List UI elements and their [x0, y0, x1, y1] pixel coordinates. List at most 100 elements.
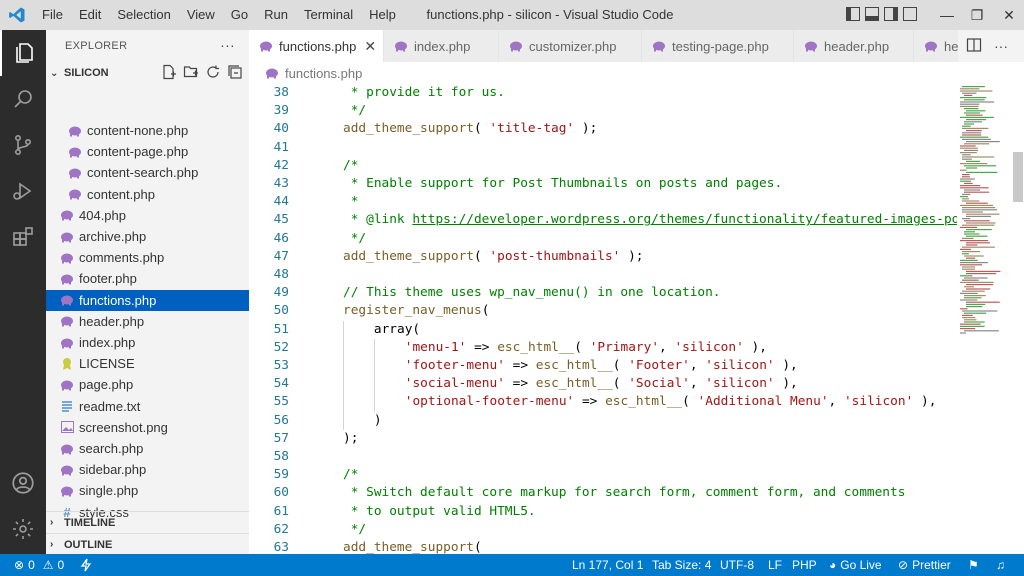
split-editor-icon[interactable] [966, 37, 982, 56]
file-item[interactable]: index.php [46, 332, 249, 353]
accounts-icon[interactable] [0, 460, 46, 506]
feedback-icon[interactable]: ⚑ [968, 554, 979, 576]
file-item[interactable]: sidebar.php [46, 459, 249, 480]
file-item[interactable]: search.php [46, 438, 249, 459]
breadcrumb[interactable]: functions.php [249, 62, 1024, 84]
refresh-icon[interactable] [205, 64, 221, 80]
file-item[interactable]: header.php [46, 311, 249, 332]
code-line[interactable]: 57); [249, 430, 957, 448]
tab-customizer-php[interactable]: customizer.php [499, 30, 642, 62]
file-item[interactable]: readme.txt [46, 396, 249, 417]
toggle-secondary-sidebar-icon[interactable] [884, 7, 898, 21]
code-line[interactable]: 50 register_nav_menus( [249, 302, 957, 320]
menu-item-file[interactable]: File [34, 0, 71, 30]
toggle-sidebar-icon[interactable] [846, 7, 860, 21]
scrollbar-thumb[interactable] [1013, 152, 1023, 202]
code-line[interactable]: 44 * [249, 193, 957, 211]
tab-functions-php[interactable]: functions.php ✕ [249, 30, 384, 62]
end-of-line[interactable]: LF [768, 554, 782, 576]
code-line[interactable]: 38 * provide it for us. [249, 84, 957, 102]
problems-indicator[interactable]: ⊗ 0 ⚠ 0 [14, 554, 64, 576]
code-line[interactable]: 45 * @link https://developer.wordpress.o… [249, 211, 957, 229]
menu-item-selection[interactable]: Selection [109, 0, 178, 30]
encoding[interactable]: UTF-8 [720, 554, 754, 576]
collapse-all-icon[interactable] [227, 64, 243, 80]
code-line[interactable]: 54 'social-menu' => esc_html__( 'Social',… [249, 375, 957, 394]
code-line[interactable]: 40 add_theme_support( 'title-tag' ); [249, 120, 957, 138]
outline-section[interactable]: › OUTLINE [46, 533, 249, 554]
menu-item-view[interactable]: View [179, 0, 223, 30]
code-line[interactable]: 51 array( [249, 320, 957, 339]
close-window-button[interactable]: ✕ [994, 0, 1024, 30]
file-item[interactable]: functions.php [46, 289, 249, 311]
folder-header[interactable]: ⌄ SILICON [46, 62, 249, 84]
menu-item-terminal[interactable]: Terminal [296, 0, 361, 30]
code-line[interactable]: 63 add_theme_support( [249, 539, 957, 554]
code-editor[interactable]: 38 * provide it for us. 39 */40 add_theme_… [249, 84, 957, 554]
prettier-button[interactable]: ⊘ Prettier [898, 554, 951, 576]
file-item[interactable]: content.php [46, 184, 249, 205]
code-line[interactable]: 60 * Switch default core markup for sear… [249, 484, 957, 502]
toggle-panel-icon[interactable] [865, 7, 879, 21]
file-item[interactable]: LICENSE [46, 353, 249, 374]
close-icon[interactable]: ✕ [364, 38, 376, 55]
notifications-bell-icon[interactable]: ♫ [996, 554, 1005, 576]
manage-gear-icon[interactable] [0, 506, 46, 552]
tab-testing-page-php[interactable]: testing-page.php [642, 30, 794, 62]
code-line[interactable]: 61 * to output valid HTML5. [249, 503, 957, 521]
go-live-button[interactable]: ◕ Go Live [829, 554, 882, 576]
more-actions-icon[interactable]: ··· [994, 38, 1008, 54]
file-item[interactable]: 404.php [46, 205, 249, 226]
search-icon[interactable] [0, 76, 46, 122]
code-line[interactable]: 53 'footer-menu' => esc_html__( 'Footer',… [249, 357, 957, 376]
code-line[interactable]: 46 */ [249, 230, 957, 248]
code-line[interactable]: 47 add_theme_support( 'post-thumbnails' )… [249, 248, 957, 266]
explorer-icon[interactable] [0, 30, 46, 76]
menu-item-go[interactable]: Go [223, 0, 256, 30]
code-line[interactable]: 59 /* [249, 466, 957, 484]
tab-size[interactable]: Tab Size: 4 [652, 554, 711, 576]
code-line[interactable]: 41 [249, 139, 957, 157]
restore-button[interactable]: ❐ [962, 0, 992, 30]
new-file-icon[interactable] [161, 64, 177, 80]
code-line[interactable]: 55 'optional-footer-menu' => esc_html__( … [249, 393, 957, 412]
file-item[interactable]: footer.php [46, 268, 249, 289]
code-line[interactable]: 39 */ [249, 102, 957, 120]
minimize-button[interactable]: — [932, 0, 962, 30]
file-item[interactable]: comments.php [46, 247, 249, 268]
cursor-position[interactable]: Ln 177, Col 1 [572, 554, 643, 576]
code-line[interactable]: 62 */ [249, 521, 957, 539]
new-folder-icon[interactable] [183, 64, 199, 80]
menu-item-run[interactable]: Run [256, 0, 296, 30]
language-mode[interactable]: PHP [792, 554, 817, 576]
file-item[interactable]: screenshot.png [46, 417, 249, 438]
code-line[interactable]: 58 [249, 448, 957, 466]
live-share-icon[interactable] [80, 554, 92, 576]
code-token: ( [473, 540, 482, 554]
menu-item-edit[interactable]: Edit [71, 0, 109, 30]
tab-header-php[interactable]: header.php [794, 30, 914, 62]
more-actions-icon[interactable]: ··· [220, 37, 235, 53]
tab-index-php[interactable]: index.php [384, 30, 499, 62]
file-item[interactable]: archive.php [46, 226, 249, 247]
file-item[interactable]: page.php [46, 374, 249, 395]
file-name: header.php [79, 313, 145, 329]
code-line[interactable]: 49 // This theme uses wp_nav_menu() in on… [249, 284, 957, 302]
file-item[interactable]: content-search.php [46, 162, 249, 183]
file-item[interactable]: content-none.php [46, 120, 249, 141]
extensions-icon[interactable] [0, 214, 46, 260]
code-line[interactable]: 56) [249, 411, 957, 430]
code-line[interactable]: 52 'menu-1' => esc_html__( 'Primary', 'si… [249, 338, 957, 357]
minimap[interactable] [957, 84, 1012, 554]
timeline-section[interactable]: › TIMELINE [46, 511, 249, 533]
file-item[interactable]: single.php [46, 480, 249, 501]
breadcrumb-file[interactable]: functions.php [285, 66, 362, 81]
source-control-icon[interactable] [0, 122, 46, 168]
file-item[interactable]: content-page.php [46, 141, 249, 162]
run-debug-icon[interactable] [0, 168, 46, 214]
code-line[interactable]: 42 /* [249, 157, 957, 175]
customize-layout-icon[interactable] [903, 7, 917, 21]
code-line[interactable]: 48 [249, 266, 957, 284]
vertical-scrollbar[interactable] [1012, 84, 1024, 554]
code-line[interactable]: 43 * Enable support for Post Thumbnails … [249, 175, 957, 193]
